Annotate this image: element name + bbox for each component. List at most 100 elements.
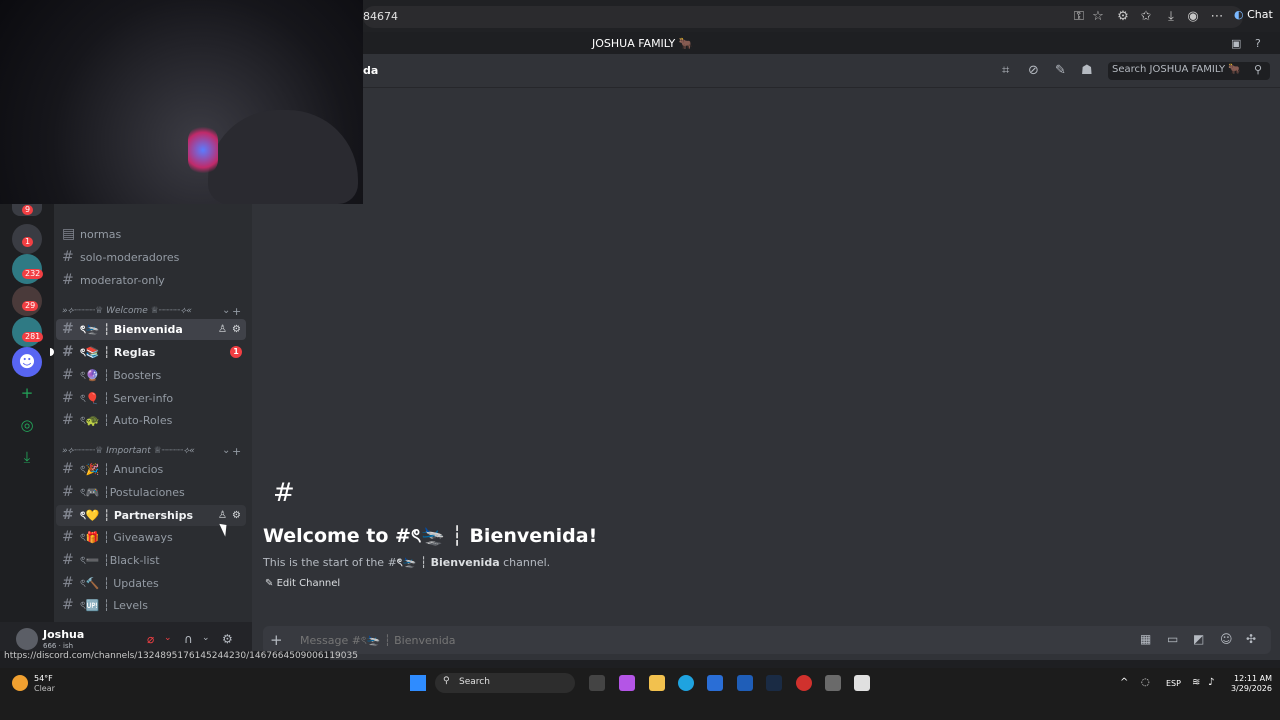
sticker-icon[interactable]: ◩ (1193, 632, 1204, 646)
tray-chevron-icon[interactable]: ^ (1120, 677, 1128, 688)
server-badge: 9 (22, 205, 34, 215)
settings-gear-icon[interactable]: ⚙ (232, 319, 241, 340)
store-icon[interactable] (707, 675, 723, 691)
weather-moon-icon[interactable] (12, 675, 28, 691)
discover-icon[interactable]: ◎ (12, 410, 42, 440)
invite-icon[interactable]: ♙ (218, 319, 227, 340)
user-status: 666 · ish (43, 642, 74, 650)
channel-levels[interactable]: # ৎ🆙 ┆ Levels (56, 595, 246, 616)
add-channel-icon[interactable]: + (232, 305, 241, 318)
hash-icon: # (62, 529, 74, 545)
hash-icon: # (62, 344, 74, 360)
add-server-icon[interactable]: + (12, 378, 42, 408)
help-icon[interactable]: ? (1255, 37, 1261, 50)
channel-boosters[interactable]: # ৎ🔮 ┆ Boosters (56, 365, 246, 386)
chrome-icon[interactable] (796, 675, 812, 691)
headphones-icon[interactable]: ∩ (184, 632, 193, 646)
weather-temp[interactable]: 54°F (34, 674, 53, 683)
channel-solo-moderadores[interactable]: # solo-moderadores (56, 247, 246, 268)
emoji-icon[interactable]: ☺ (1220, 632, 1233, 646)
channel-reglas[interactable]: # ৎ📚 ┆ Reglas 1 (56, 342, 246, 363)
hash-icon: # (62, 461, 74, 477)
hash-icon: # (62, 412, 74, 428)
user-settings-icon[interactable]: ⚙ (222, 632, 233, 646)
welcome-title: Welcome to #ৎ🛬 ┆ Bienvenida! (263, 525, 598, 547)
search-icon[interactable]: ⚲ (1254, 63, 1262, 76)
channel-hash-large: # (273, 478, 295, 508)
channel-normas[interactable]: ▤ normas (56, 224, 246, 245)
steam-icon[interactable] (766, 675, 782, 691)
upload-plus-icon[interactable]: + (270, 631, 283, 649)
clock-time[interactable]: 12:11 AM (1232, 674, 1272, 683)
category-important[interactable]: »⟡┈┈┈┈♕ Important ♕┈┈┈┈⟡« (62, 446, 242, 456)
windows-start-icon[interactable] (410, 675, 426, 691)
favorites-icon[interactable]: ✩ (1139, 10, 1153, 24)
copilot-chat-button[interactable]: ◐ Chat (1234, 8, 1276, 28)
channel-label: ৎ💛 ┆ Partnerships (80, 509, 194, 522)
username[interactable]: Joshua (43, 628, 84, 641)
channel-partnerships[interactable]: # ৎ💛 ┆ Partnerships ♙ ⚙ (56, 505, 246, 526)
extension-icon[interactable]: ⚙ (1116, 10, 1130, 24)
channel-giveaways[interactable]: # ৎ🎁 ┆ Giveaways (56, 527, 246, 548)
category-welcome[interactable]: »⟡┈┈┈┈♕ Welcome ♕┈┈┈┈⟡« (62, 306, 242, 316)
settings-gear-icon[interactable]: ⚙ (232, 505, 241, 526)
headphones-chevron-icon[interactable]: ⌄ (202, 633, 210, 643)
gif-icon[interactable]: ▭ (1167, 632, 1178, 646)
profile-icon[interactable]: ◉ (1186, 10, 1200, 24)
settings-app-icon[interactable] (825, 675, 841, 691)
add-channel-icon[interactable]: + (232, 445, 241, 458)
channel-label: ৎ🎉 ┆ Anuncios (80, 463, 164, 476)
app-icon[interactable] (854, 675, 870, 691)
pin-icon[interactable]: ✎ (1055, 63, 1066, 78)
channel-postulaciones[interactable]: # ৎ🎮 ┆Postulaciones (56, 482, 246, 503)
mic-muted-icon[interactable]: ⌀ (147, 632, 154, 646)
star-icon[interactable]: ☆ (1091, 10, 1105, 24)
rules-channel-icon: ▤ (62, 226, 76, 242)
gift-icon[interactable]: ▦ (1140, 632, 1151, 646)
address-bar[interactable] (363, 6, 1243, 28)
wifi-icon[interactable]: ≋ (1192, 677, 1200, 688)
copilot-app-icon[interactable] (619, 675, 635, 691)
channel-server-info[interactable]: # ৎ🎈 ┆ Server-info (56, 388, 246, 409)
threads-icon[interactable]: ⌗ (1002, 63, 1009, 78)
more-icon[interactable]: ⋯ (1210, 10, 1224, 24)
language-indicator[interactable]: ESP (1166, 679, 1181, 688)
key-icon[interactable]: ⚿ (1072, 10, 1086, 24)
channel-auto-roles[interactable]: # ৎ🐢 ┆ Auto-Roles (56, 410, 246, 431)
file-explorer-icon[interactable] (649, 675, 665, 691)
message-input[interactable] (300, 632, 900, 648)
edit-channel-button[interactable]: ✎ Edit Channel (265, 578, 340, 596)
channel-label: ৎ🎁 ┆ Giveaways (80, 531, 173, 544)
clock-date[interactable]: 3/29/2026 (1224, 684, 1272, 693)
taskbar-search[interactable]: ⚲ Search (435, 673, 575, 693)
server-search[interactable]: Search JOSHUA FAMILY 🐂 (1108, 62, 1270, 80)
inbox-icon[interactable]: ▣ (1231, 37, 1241, 50)
address-text[interactable]: 84674 (363, 10, 398, 23)
edge-browser-icon[interactable] (678, 675, 694, 691)
task-view-icon[interactable] (589, 675, 605, 691)
volume-icon[interactable]: ♪ (1208, 677, 1214, 688)
apps-icon[interactable]: ✣ (1246, 632, 1256, 646)
members-icon[interactable]: ☗ (1081, 63, 1093, 78)
download-icon[interactable]: ⤓ (1164, 10, 1178, 24)
discord-icon[interactable]: ☻ (12, 347, 42, 377)
tray-app-icon[interactable]: ◌ (1141, 677, 1150, 688)
outlook-icon[interactable] (737, 675, 753, 691)
avatar[interactable] (16, 628, 38, 650)
channel-black-list[interactable]: # ৎ➖ ┆Black-list (56, 550, 246, 571)
channel-moderator-only[interactable]: # moderator-only (56, 270, 246, 291)
category-chevron-icon[interactable]: ⌄ (222, 305, 230, 316)
server-title: JOSHUA FAMILY 🐂 (592, 37, 693, 50)
category-chevron-icon[interactable]: ⌄ (222, 445, 230, 456)
server-badge: 232 (22, 269, 44, 279)
subtitle-channel[interactable]: ৎ🛬 ┆ Bienvenida (397, 556, 500, 569)
mic-chevron-icon[interactable]: ⌄ (164, 633, 172, 643)
channel-anuncios[interactable]: # ৎ🎉 ┆ Anuncios (56, 459, 246, 480)
hash-icon: # (62, 390, 74, 406)
download-apps-icon[interactable]: ⤓ (12, 442, 42, 472)
notification-mute-icon[interactable]: ⊘ (1028, 63, 1039, 78)
taskbar (0, 668, 1280, 720)
channel-updates[interactable]: # ৎ🔨 ┆ Updates (56, 573, 246, 594)
channel-bienvenida[interactable]: # ৎ🛬 ┆ Bienvenida ♙ ⚙ (56, 319, 246, 340)
channel-label: ৎ🔨 ┆ Updates (80, 577, 159, 590)
